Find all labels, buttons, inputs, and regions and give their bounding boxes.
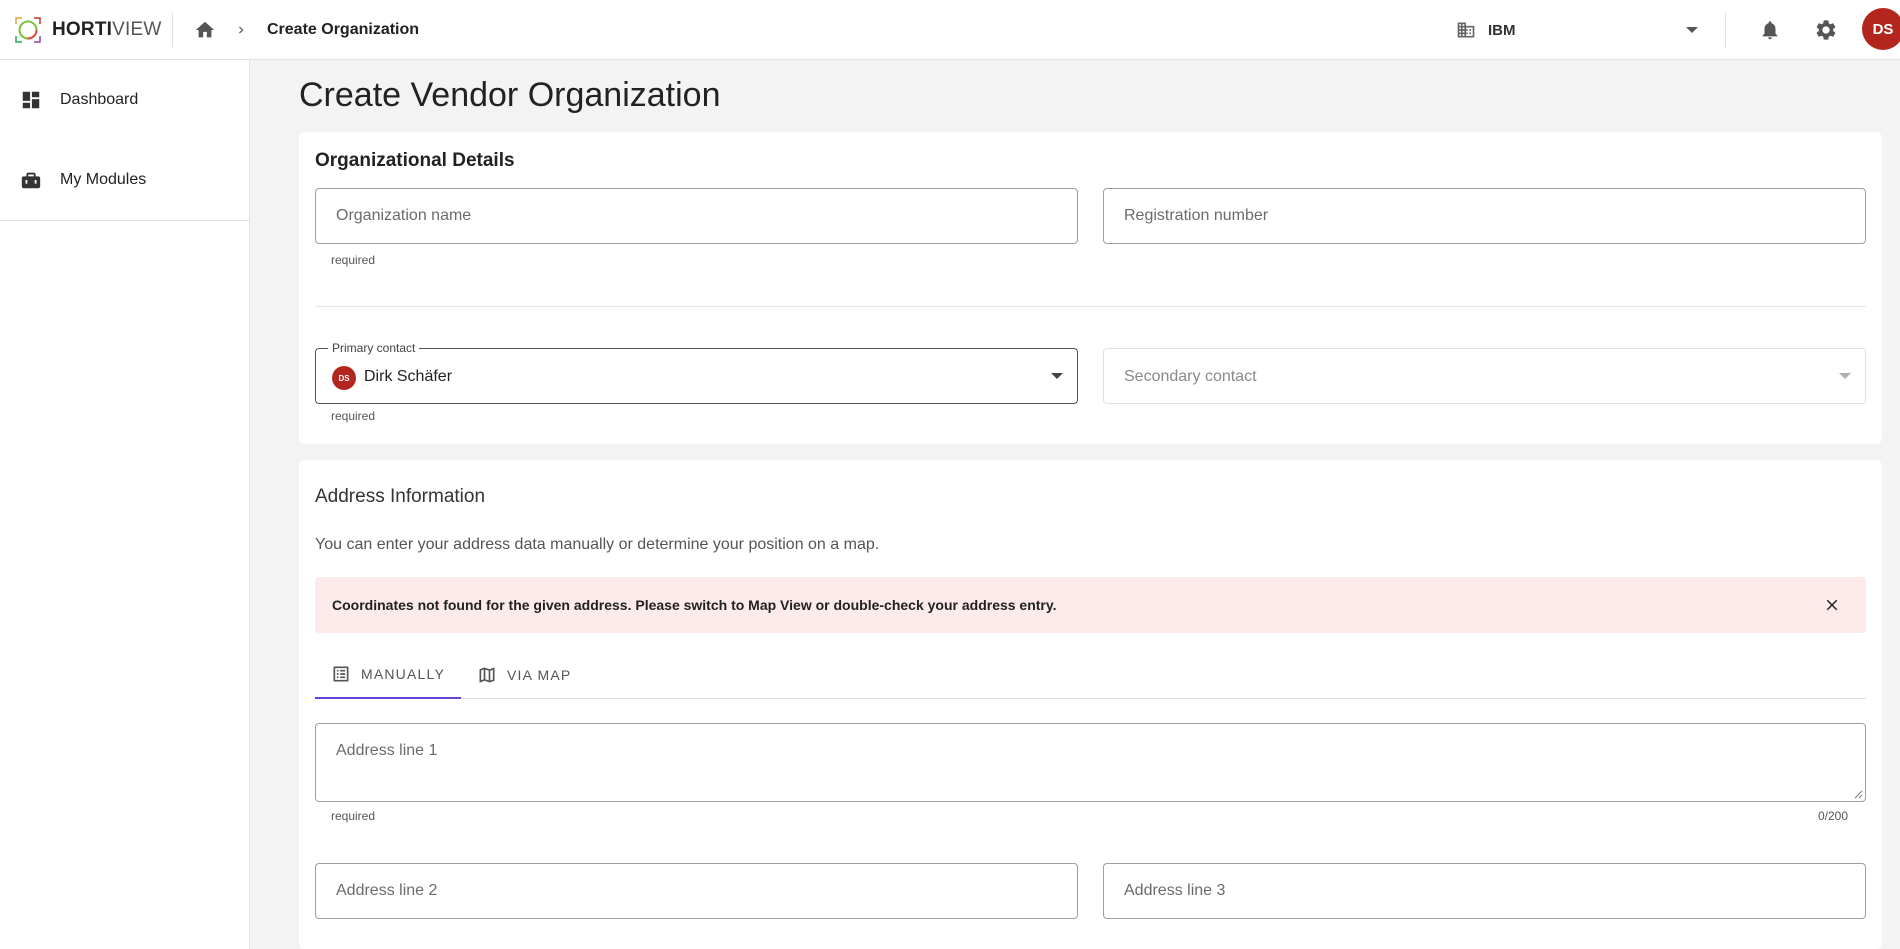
dashboard-icon — [22, 91, 40, 109]
organization-name-hint: required — [331, 253, 376, 267]
alert-message: Coordinates not found for the given addr… — [332, 597, 1057, 613]
sidebar-divider — [0, 220, 249, 221]
chevron-down-icon — [1051, 373, 1063, 379]
chevron-right-icon — [233, 22, 249, 38]
page-title: Create Vendor Organization — [299, 76, 721, 114]
org-details-title: Organizational Details — [315, 150, 515, 171]
map-icon — [479, 667, 495, 683]
resize-grip-icon[interactable] — [1853, 789, 1863, 799]
address-line-2-input[interactable] — [316, 864, 1077, 918]
organization-name: IBM — [1488, 21, 1516, 39]
tab-manually[interactable]: MANUALLY — [315, 651, 461, 699]
tab-label: MANUALLY — [360, 666, 445, 682]
logo-text: HORTIVIEW — [52, 18, 162, 40]
error-alert: Coordinates not found for the given addr… — [315, 577, 1866, 633]
address-line-3-field[interactable] — [1103, 863, 1866, 919]
sidebar: Dashboard My Modules — [0, 60, 250, 949]
section-divider — [315, 306, 1866, 307]
header-divider-2 — [1725, 13, 1726, 47]
primary-contact-label: Primary contact — [328, 341, 420, 355]
address-title: Address Information — [315, 486, 486, 507]
chevron-down-icon — [1839, 373, 1851, 379]
address-description: You can enter your address data manually… — [315, 536, 880, 553]
list-icon — [333, 666, 349, 682]
close-alert-button[interactable] — [1820, 593, 1844, 617]
address-tabs: MANUALLY VIA MAP — [315, 651, 1866, 699]
sidebar-item-label: Dashboard — [60, 91, 139, 108]
user-avatar[interactable]: DS — [1862, 8, 1900, 50]
primary-contact-select[interactable]: Primary contact DS Dirk Schäfer — [315, 341, 1078, 404]
organization-name-input[interactable] — [316, 189, 1077, 243]
address-line-1-input[interactable] — [316, 724, 1865, 801]
address-line-2-field[interactable] — [315, 863, 1078, 919]
registration-number-input[interactable] — [1104, 189, 1865, 243]
toolbox-icon — [21, 172, 41, 189]
logo-icon — [15, 16, 41, 43]
primary-contact-value: Dirk Schäfer — [364, 368, 453, 385]
chevron-down-icon — [1686, 27, 1698, 33]
organization-selector[interactable]: IBM — [1456, 8, 1706, 52]
sidebar-item-my-modules[interactable]: My Modules — [0, 140, 249, 220]
address-line-3-input[interactable] — [1104, 864, 1865, 918]
settings-button[interactable] — [1810, 14, 1842, 46]
breadcrumb-current: Create Organization — [267, 20, 420, 38]
notifications-button[interactable] — [1754, 14, 1786, 46]
bell-icon — [1762, 21, 1778, 40]
secondary-contact-select[interactable]: Secondary contact — [1103, 348, 1866, 404]
gear-icon — [1816, 20, 1836, 40]
organization-name-field[interactable] — [315, 188, 1078, 244]
home-icon — [195, 21, 215, 37]
building-icon — [1457, 22, 1475, 38]
app-logo[interactable]: HORTIVIEW — [12, 14, 172, 46]
sidebar-item-dashboard[interactable]: Dashboard — [0, 60, 249, 140]
org-details-card: Organizational Details required Primary … — [299, 132, 1882, 444]
top-app-bar: HORTIVIEW Create Organization IBM DS — [0, 0, 1900, 60]
breadcrumb-home[interactable] — [191, 16, 219, 44]
contact-avatar: DS — [332, 366, 356, 390]
address-line-1-hint: required — [331, 809, 376, 823]
header-divider — [172, 12, 173, 47]
address-card: Address Information You can enter your a… — [299, 460, 1882, 949]
secondary-contact-placeholder: Secondary contact — [1124, 368, 1257, 385]
primary-contact-hint: required — [331, 409, 376, 423]
address-line-1-counter: 0/200 — [1817, 809, 1848, 823]
tab-via-map[interactable]: VIA MAP — [461, 651, 591, 699]
sidebar-item-label: My Modules — [60, 171, 147, 188]
registration-number-field[interactable] — [1103, 188, 1866, 244]
tab-label: VIA MAP — [507, 667, 572, 683]
close-icon — [1826, 599, 1838, 611]
address-line-1-field[interactable] — [315, 723, 1866, 802]
